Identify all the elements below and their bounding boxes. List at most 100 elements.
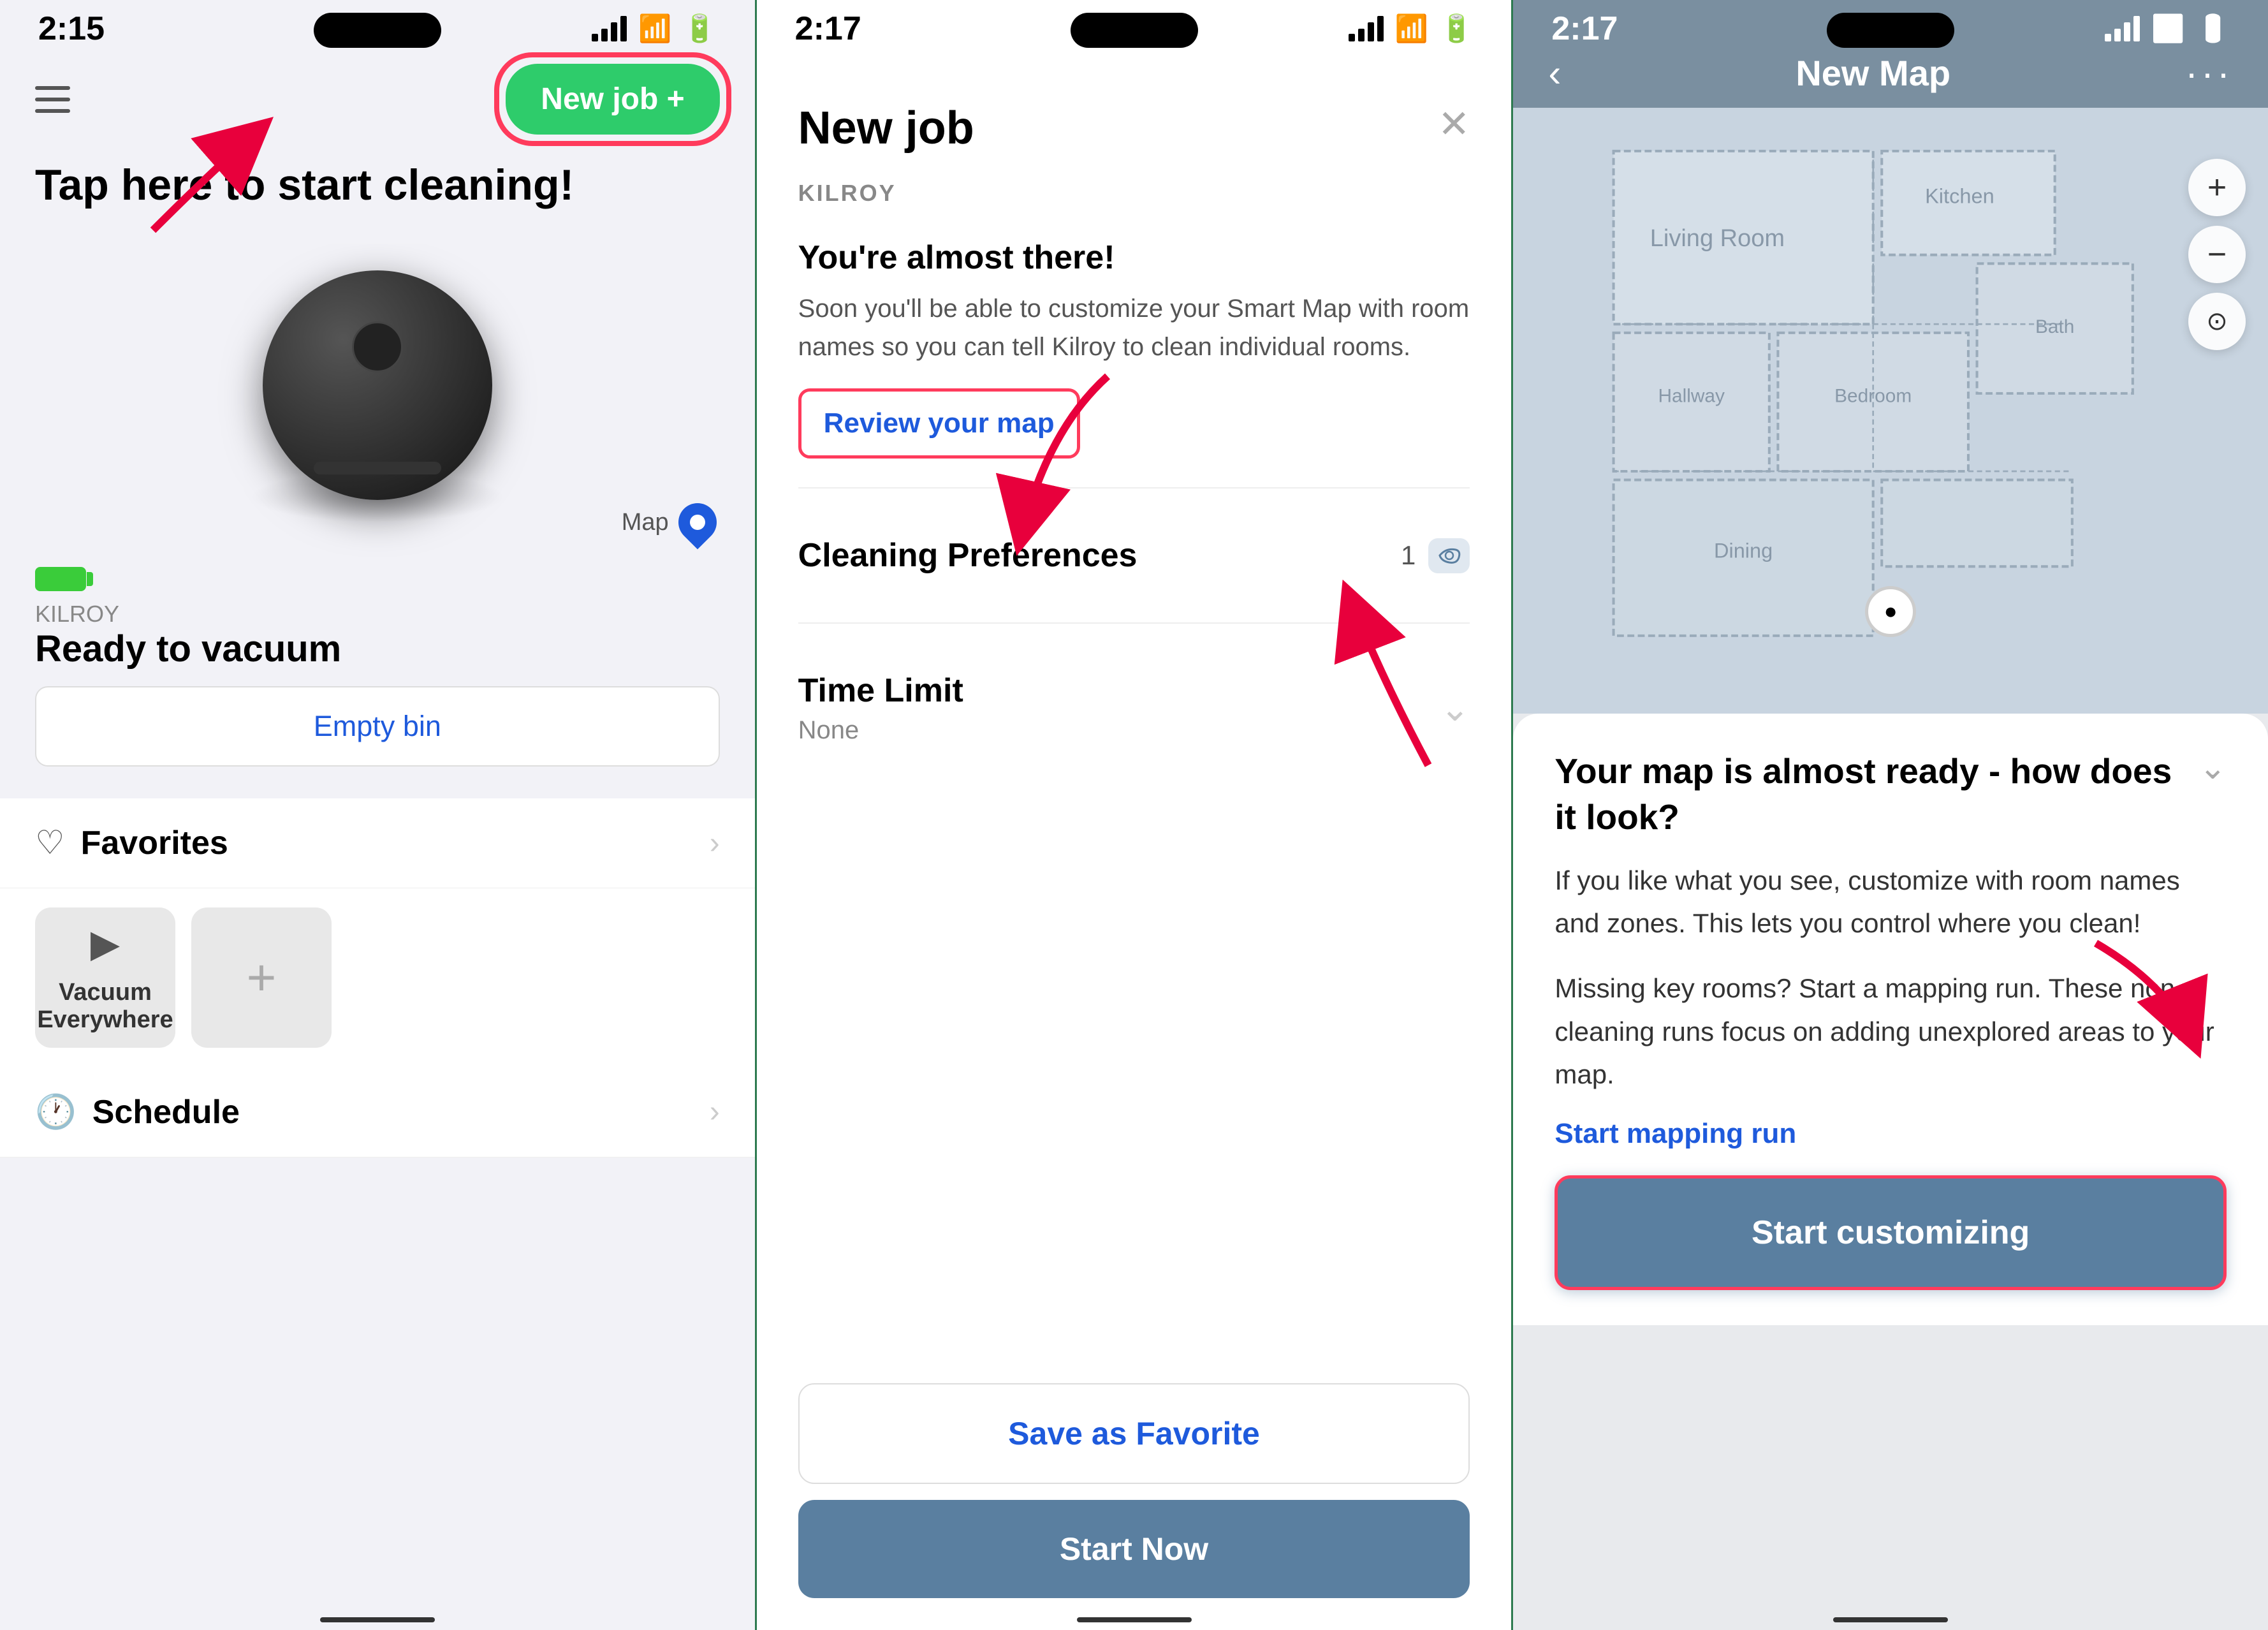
map-title: New Map <box>1796 52 1950 94</box>
status-bar-3: 2:17 📶 🔋 <box>1513 0 2268 51</box>
dynamic-island-3 <box>1827 13 1954 48</box>
modal-actions: Save as Favorite Start Now <box>798 1383 1470 1598</box>
phone-2: 2:17 📶 🔋 New job ✕ KILROY You're almost … <box>755 0 1514 1630</box>
modal-header: New job ✕ <box>798 102 1470 154</box>
menu-icon[interactable] <box>35 86 70 113</box>
signal-icon-2 <box>1349 16 1384 41</box>
wifi-icon-2: 📶 <box>1395 13 1428 45</box>
back-button[interactable]: ‹ <box>1548 51 1561 95</box>
map-label: Map <box>622 509 669 536</box>
divider-2 <box>798 622 1470 624</box>
schedule-chevron: › <box>710 1094 720 1129</box>
device-info: KILROY Ready to vacuum Empty bin <box>0 561 755 798</box>
home-indicator-2 <box>1077 1617 1192 1622</box>
start-customizing-button[interactable]: Start customizing <box>1555 1175 2227 1290</box>
status-icons-2: 📶 🔋 <box>1349 13 1474 45</box>
map-pin-icon[interactable] <box>670 496 724 550</box>
time-limit-row[interactable]: Time Limit None ⌄ <box>798 652 1470 764</box>
info-panel-header: Your map is almost ready - how does it l… <box>1555 749 2227 840</box>
favorite-card-1[interactable]: ▶ Vacuum Everywhere <box>35 907 175 1048</box>
battery-icon-status-2: 🔋 <box>1440 13 1473 45</box>
dynamic-island-2 <box>1071 13 1198 48</box>
robot-sensor <box>352 321 403 372</box>
start-mapping-link[interactable]: Start mapping run <box>1555 1118 2227 1150</box>
svg-text:Bath: Bath <box>2035 316 2074 337</box>
time-limit-label: Time Limit <box>798 672 963 710</box>
favorite-card-add[interactable]: + <box>191 907 332 1048</box>
svg-text:Dining: Dining <box>1714 540 1773 562</box>
favorites-cards: ▶ Vacuum Everywhere + <box>0 888 755 1067</box>
hero-text: Tap here to start cleaning! <box>0 147 755 210</box>
info-panel-title: Your map is almost ready - how does it l… <box>1555 749 2198 840</box>
battery-icon-status-1: 🔋 <box>683 13 716 45</box>
suction-icon <box>1437 545 1462 567</box>
time-3: 2:17 <box>1551 10 1618 48</box>
modal-device-name: KILROY <box>798 180 1470 207</box>
svg-text:Bedroom: Bedroom <box>1834 385 1912 406</box>
status-icons-3: 📶 🔋 <box>2105 13 2230 45</box>
modal-title: New job <box>798 102 974 154</box>
battery-indicator <box>35 567 86 591</box>
map-header: ‹ New Map ··· <box>1513 51 2268 108</box>
almost-there-title: You're almost there! <box>798 239 1470 277</box>
svg-text:Living Room: Living Room <box>1650 225 1785 252</box>
home-indicator-1 <box>320 1617 435 1622</box>
cleaning-pref-value: 1 <box>1401 538 1470 573</box>
map-badge: Map <box>622 503 717 541</box>
add-icon: + <box>247 948 277 1007</box>
almost-there-desc: Soon you'll be able to customize your Sm… <box>798 290 1470 366</box>
new-job-button[interactable]: New job + <box>506 64 719 135</box>
divider-1 <box>798 487 1470 488</box>
cleaning-pref-label: Cleaning Preferences <box>798 536 1138 575</box>
empty-bin-button[interactable]: Empty bin <box>35 686 720 767</box>
time-limit-chevron: ⌄ <box>1440 687 1470 730</box>
time-2: 2:17 <box>795 10 861 48</box>
more-button[interactable]: ··· <box>2185 51 2233 95</box>
save-favorite-button[interactable]: Save as Favorite <box>798 1383 1470 1484</box>
fav-card-1-label: Vacuum Everywhere <box>35 979 175 1034</box>
info-desc-2: Missing key rooms? Start a mapping run. … <box>1555 967 2227 1096</box>
modal-close-button[interactable]: ✕ <box>1438 102 1470 147</box>
status-bar-1: 2:15 📶 🔋 <box>0 0 755 51</box>
start-now-button[interactable]: Start Now <box>798 1500 1470 1598</box>
home-indicator-3 <box>1833 1617 1948 1622</box>
robot-body <box>263 270 492 500</box>
nav-bar-1: New job + <box>0 51 755 147</box>
status-icons-1: 📶 🔋 <box>592 13 717 45</box>
zoom-controls: + − ⊙ <box>2188 159 2246 350</box>
schedule-label: Schedule <box>92 1093 240 1131</box>
favorites-chevron: › <box>710 826 720 861</box>
zoom-in-button[interactable]: + <box>2188 159 2246 216</box>
review-map-link[interactable]: Review your map <box>798 388 1080 459</box>
clock-icon: 🕐 <box>35 1092 77 1131</box>
heart-icon: ♡ <box>35 824 65 862</box>
info-desc-1: If you like what you see, customize with… <box>1555 859 2227 944</box>
wifi-icon-3: 📶 <box>2151 13 2184 45</box>
locate-button[interactable]: ⊙ <box>2188 293 2246 350</box>
info-panel-chevron: ⌄ <box>2198 749 2227 787</box>
zoom-out-button[interactable]: − <box>2188 226 2246 283</box>
device-name: KILROY <box>35 601 720 628</box>
dynamic-island-1 <box>314 13 441 48</box>
svg-text:Hallway: Hallway <box>1658 385 1725 406</box>
map-view: Living Room Kitchen Hallway Bedroom Bath… <box>1513 108 2268 714</box>
time-1: 2:15 <box>38 10 105 48</box>
phone-3: 2:17 📶 🔋 ‹ New Map ··· <box>1513 0 2268 1630</box>
svg-text:Kitchen: Kitchen <box>1925 184 1994 207</box>
robot-area: Map <box>0 210 755 561</box>
status-bar-2: 2:17 📶 🔋 <box>757 0 1512 51</box>
almost-there-section: You're almost there! Soon you'll be able… <box>798 239 1470 459</box>
cleaning-pref-icon <box>1428 538 1470 573</box>
device-status: Ready to vacuum <box>35 628 720 670</box>
signal-icon-3 <box>2105 16 2140 41</box>
signal-icon-1 <box>592 16 627 41</box>
cleaning-preferences-row[interactable]: Cleaning Preferences 1 <box>798 517 1470 594</box>
robot-map-indicator: ● <box>1865 586 1916 637</box>
schedule-section[interactable]: 🕐 Schedule › <box>0 1067 755 1157</box>
time-limit-value: None <box>798 716 963 745</box>
favorites-section[interactable]: ♡ Favorites › <box>0 798 755 888</box>
wifi-icon-1: 📶 <box>638 13 671 45</box>
favorites-label: Favorites <box>81 824 228 862</box>
cleaning-pref-number: 1 <box>1401 540 1416 571</box>
battery-row <box>35 567 720 591</box>
